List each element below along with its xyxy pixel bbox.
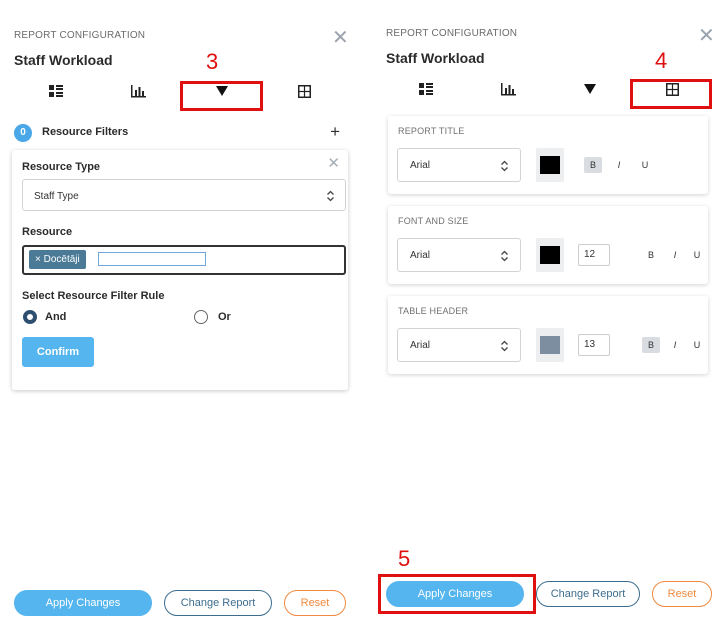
format-section-table-header: TABLE HEADER Arial 13 B I U — [388, 296, 708, 374]
tab-layout[interactable] — [36, 78, 76, 104]
bar-chart-icon — [501, 82, 516, 95]
color-picker[interactable] — [536, 148, 564, 182]
report-config-panel-left: REPORT CONFIGURATION Staff Workload ✕ 3 … — [0, 0, 355, 622]
resource-type-value: Staff Type — [34, 191, 79, 202]
sort-arrows-icon — [327, 190, 334, 202]
filter-card: ✕ Resource Type Staff Type Resource × Do… — [12, 150, 348, 390]
bar-chart-icon — [131, 84, 146, 97]
sort-arrows-icon — [501, 250, 508, 262]
resource-tag[interactable]: × Docētāji — [29, 250, 86, 269]
filter-count-badge: 0 — [14, 124, 32, 142]
resource-label: Resource — [22, 226, 73, 238]
font-select[interactable]: Arial — [397, 328, 521, 362]
panel-title: Staff Workload — [386, 50, 485, 66]
report-config-panel-right: REPORT CONFIGURATION Staff Workload ✕ 4 … — [372, 0, 713, 622]
remove-filter-icon[interactable]: ✕ — [327, 154, 340, 172]
bold-toggle[interactable]: B — [642, 247, 660, 263]
list-icon — [49, 85, 63, 97]
font-select[interactable]: Arial — [397, 238, 521, 272]
panel-subtitle: REPORT CONFIGURATION — [386, 28, 518, 39]
rule-or-label: Or — [218, 311, 231, 323]
apply-changes-button[interactable]: Apply Changes — [386, 581, 524, 607]
reset-button[interactable]: Reset — [284, 590, 346, 616]
reset-button[interactable]: Reset — [652, 581, 712, 607]
list-icon — [419, 83, 433, 95]
italic-toggle[interactable]: I — [666, 247, 684, 263]
change-report-button[interactable]: Change Report — [536, 581, 640, 607]
sort-arrows-icon — [501, 340, 508, 352]
section-title: FONT AND SIZE — [398, 216, 469, 226]
filter-rule-label: Select Resource Filter Rule — [22, 290, 165, 302]
sort-arrows-icon — [501, 160, 508, 172]
font-size-input[interactable]: 13 — [578, 334, 610, 356]
resource-search-input[interactable] — [98, 252, 206, 266]
underline-toggle[interactable]: U — [688, 247, 706, 263]
tab-chart[interactable] — [488, 76, 528, 102]
section-title: REPORT TITLE — [398, 126, 465, 136]
font-size-input[interactable]: 12 — [578, 244, 610, 266]
close-icon[interactable]: ✕ — [698, 26, 713, 46]
panel-subtitle: REPORT CONFIGURATION — [14, 30, 146, 41]
tab-filter[interactable] — [570, 76, 610, 102]
change-report-button[interactable]: Change Report — [164, 590, 272, 616]
panel-title: Staff Workload — [14, 52, 113, 68]
font-value: Arial — [410, 250, 431, 261]
color-swatch — [540, 246, 560, 264]
apply-changes-button[interactable]: Apply Changes — [14, 590, 152, 616]
resource-filters-label: Resource Filters — [42, 126, 129, 138]
section-title: TABLE HEADER — [398, 306, 469, 316]
resource-filters-header: 0 Resource Filters + — [14, 122, 344, 144]
add-filter-button[interactable]: + — [330, 122, 340, 142]
format-section-report-title: REPORT TITLE Arial B I U — [388, 116, 708, 194]
filter-icon — [584, 84, 596, 94]
color-picker[interactable] — [536, 238, 564, 272]
tab-layout[interactable] — [406, 76, 446, 102]
highlight-box-table-tab — [630, 79, 712, 109]
underline-toggle[interactable]: U — [636, 157, 654, 173]
font-select[interactable]: Arial — [397, 148, 521, 182]
highlight-box-filter-tab — [180, 81, 263, 111]
confirm-button[interactable]: Confirm — [22, 337, 94, 367]
table-icon — [297, 84, 311, 98]
resource-type-label: Resource Type — [22, 161, 101, 173]
annotation-step-5: 5 — [398, 546, 411, 571]
italic-toggle[interactable]: I — [666, 337, 684, 353]
underline-toggle[interactable]: U — [688, 337, 706, 353]
rule-or-radio[interactable] — [194, 310, 208, 324]
color-swatch — [540, 336, 560, 354]
rule-and-label: And — [45, 311, 67, 323]
color-picker[interactable] — [536, 328, 564, 362]
rule-and-radio[interactable] — [23, 310, 37, 324]
annotation-step-3: 3 — [206, 49, 219, 74]
font-value: Arial — [410, 340, 431, 351]
format-section-font-size: FONT AND SIZE Arial 12 B I U — [388, 206, 708, 284]
bold-toggle[interactable]: B — [584, 157, 602, 173]
font-value: Arial — [410, 160, 431, 171]
resource-type-select[interactable]: Staff Type — [22, 179, 346, 211]
tab-table[interactable] — [284, 78, 324, 104]
bold-toggle[interactable]: B — [642, 337, 660, 353]
color-swatch — [540, 156, 560, 174]
italic-toggle[interactable]: I — [610, 157, 628, 173]
tab-chart[interactable] — [118, 78, 158, 104]
annotation-step-4: 4 — [655, 48, 668, 73]
config-tabs — [0, 78, 355, 108]
close-icon[interactable]: ✕ — [332, 28, 349, 48]
resource-multiselect[interactable]: × Docētāji — [22, 245, 346, 275]
